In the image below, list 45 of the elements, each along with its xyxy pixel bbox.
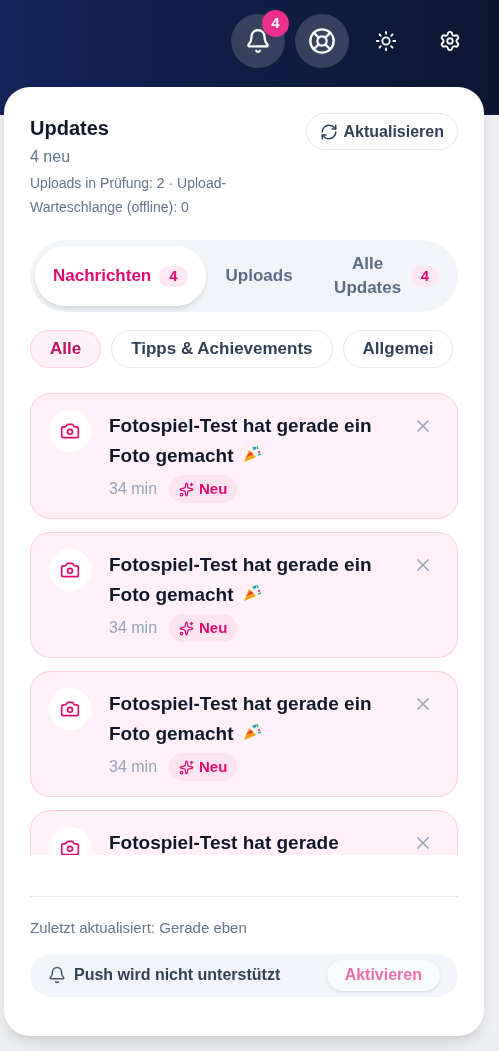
push-status: Push wird nicht unterstützt bbox=[74, 965, 281, 985]
notification-card[interactable]: Fotospiel-Test hat gerade ein Foto gemacht 34 min Neu bbox=[30, 671, 458, 797]
new-badge: Neu bbox=[169, 475, 238, 503]
party-popper-icon bbox=[241, 722, 262, 742]
sparkles-icon bbox=[179, 620, 195, 636]
sparkles-icon bbox=[179, 481, 195, 497]
last-updated: Zuletzt aktualisiert: Gerade eben bbox=[30, 918, 248, 938]
party-popper-icon bbox=[241, 444, 262, 464]
notification-count-badge: 4 bbox=[262, 10, 289, 37]
panel-title: Updates bbox=[30, 116, 110, 141]
tab[interactable]: Nachrichten 4 bbox=[35, 246, 206, 306]
notification-time: 34 min bbox=[109, 479, 158, 499]
notification-time: 34 min bbox=[109, 757, 158, 777]
filter-chip[interactable]: Alle bbox=[30, 330, 102, 368]
settings-icon bbox=[439, 30, 461, 52]
tab-count-badge: 4 bbox=[159, 265, 188, 287]
camera-icon bbox=[60, 560, 80, 580]
lifebuoy-icon bbox=[308, 27, 336, 55]
bell-icon bbox=[48, 966, 66, 984]
help-button[interactable] bbox=[295, 14, 349, 68]
notification-time: 34 min bbox=[109, 618, 158, 638]
new-count: 4 neu bbox=[30, 147, 72, 167]
notification-title: Fotospiel-Test hat gerade ein Foto gemacht bbox=[109, 414, 373, 468]
camera-icon bbox=[60, 699, 80, 719]
camera-icon bbox=[60, 838, 80, 855]
notification-card[interactable]: Fotospiel-Test hat gerade ein Foto gemacht 34 min Neu bbox=[30, 393, 458, 519]
refresh-icon bbox=[319, 122, 338, 141]
notification-card[interactable]: Fotospiel-Test hat gerade ein Foto gemacht 34 min Neu bbox=[30, 532, 458, 658]
new-badge: Neu bbox=[169, 614, 238, 642]
bell-icon bbox=[245, 28, 271, 54]
notification-title: Fotospiel-Test hat gerade bbox=[109, 831, 340, 855]
notification-title: Fotospiel-Test hat gerade ein Foto gemacht bbox=[109, 692, 373, 746]
upload-status: Uploads in Prüfung: 2 · Upload-Warteschlange (offline): 0 bbox=[30, 174, 228, 217]
camera-icon bbox=[60, 421, 80, 441]
notification-card[interactable]: Fotospiel-Test hat gerade bbox=[30, 810, 458, 855]
party-popper-icon bbox=[241, 583, 262, 603]
new-badge: Neu bbox=[169, 753, 238, 781]
filter-chip[interactable]: Allgemei bbox=[342, 330, 454, 368]
tab[interactable]: Alle Updates 4 bbox=[312, 246, 458, 306]
tab-count-badge: 4 bbox=[410, 265, 439, 287]
filter-chip[interactable]: Tipps & Achievements bbox=[111, 330, 333, 368]
notification-title: Fotospiel-Test hat gerade ein Foto gemacht bbox=[109, 553, 373, 607]
tab[interactable]: Uploads bbox=[205, 246, 313, 306]
sparkles-icon bbox=[179, 759, 195, 775]
sun-icon bbox=[375, 30, 397, 52]
